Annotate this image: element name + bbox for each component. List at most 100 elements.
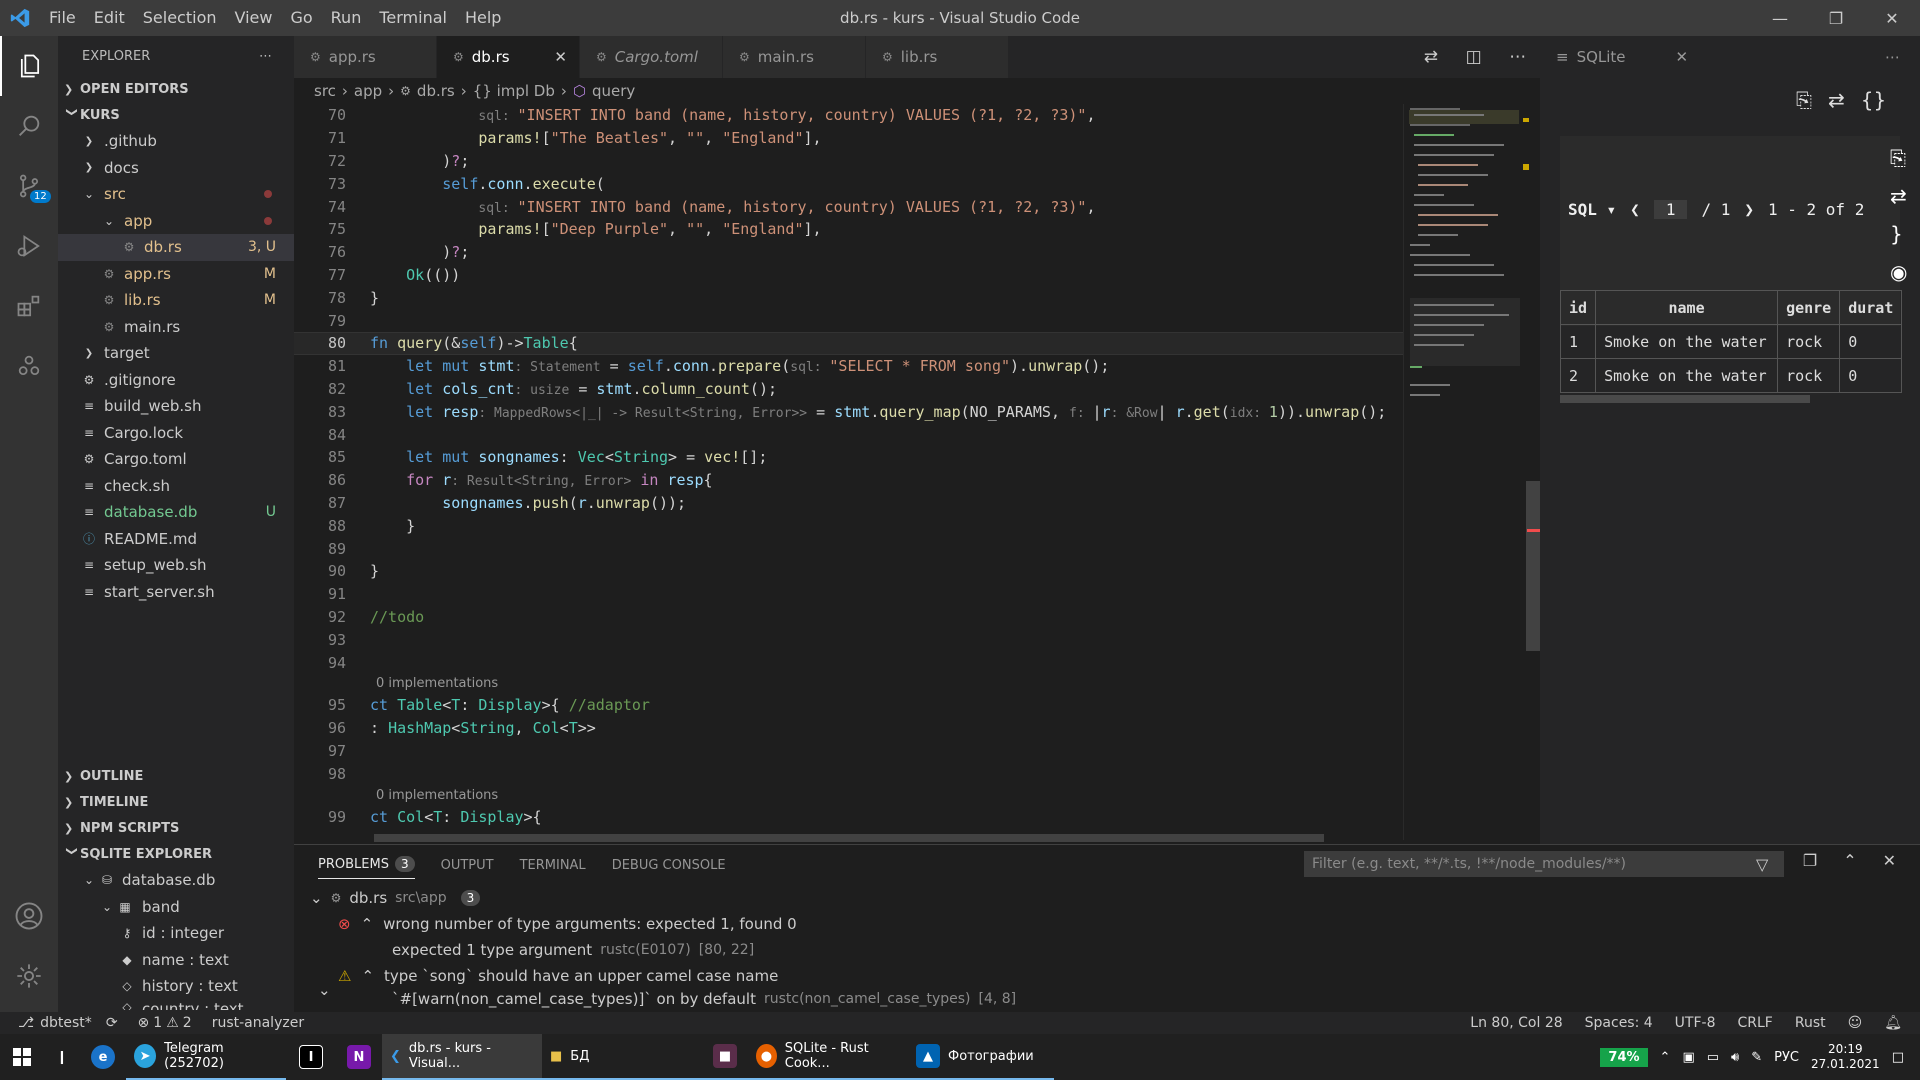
code-line[interactable]: 84: [294, 423, 1403, 446]
minimize-icon[interactable]: —: [1752, 0, 1808, 36]
taskbar-telegram[interactable]: ➤ Telegram (252702): [126, 1034, 286, 1080]
code-line[interactable]: 92 //todo: [294, 606, 1403, 629]
code-line[interactable]: 73 self.conn.execute(: [294, 172, 1403, 195]
tab-problems[interactable]: PROBLEMS 3: [318, 856, 415, 879]
code-line[interactable]: 74 sql: "INSERT INTO band (name, history…: [294, 195, 1403, 218]
sqlite-db-item[interactable]: ⌄ ⛁ database.db: [58, 867, 294, 894]
code-line[interactable]: 77 Ok(()): [294, 264, 1403, 287]
start-button-icon[interactable]: [0, 1034, 44, 1080]
input-language[interactable]: РУС: [1774, 1050, 1799, 1065]
code-line[interactable]: 93: [294, 628, 1403, 651]
edge-icon[interactable]: e: [80, 1034, 126, 1080]
tab-lib-rs[interactable]: ⚙ lib.rs: [866, 36, 1009, 78]
maximize-panel-icon[interactable]: ⌃: [1843, 851, 1856, 870]
file-tree-item[interactable]: ≡ start_server.sh: [58, 579, 294, 606]
file-tree-item[interactable]: ≡ build_web.sh: [58, 393, 294, 420]
table-cell[interactable]: Smoke on the water: [1595, 358, 1779, 393]
table-cell[interactable]: 0: [1839, 358, 1903, 393]
rust-analyzer-status[interactable]: rust-analyzer: [192, 1015, 304, 1031]
action-center-icon[interactable]: □: [1892, 1050, 1904, 1065]
cursor-position[interactable]: Ln 80, Col 28: [1470, 1015, 1562, 1031]
minimap[interactable]: [1403, 104, 1523, 840]
eye-icon[interactable]: ◉: [1890, 260, 1907, 284]
run-debug-icon[interactable]: [0, 216, 58, 276]
table-row[interactable]: 1 Smoke on the water rock 0: [1560, 324, 1903, 359]
code-line[interactable]: 89: [294, 537, 1403, 560]
breadcrumb-item[interactable]: src: [314, 82, 336, 100]
explorer-icon[interactable]: [0, 36, 58, 96]
column-item[interactable]: ◆ name : text: [58, 947, 294, 974]
menu-help[interactable]: Help: [456, 0, 510, 36]
close-window-icon[interactable]: ✕: [1864, 0, 1920, 36]
taskbar-vscode[interactable]: ❮ db.rs - kurs - Visual...: [382, 1034, 542, 1080]
code-line[interactable]: 82 let cols_cnt: usize = stmt.column_cou…: [294, 378, 1403, 401]
table-scroll-thumb[interactable]: [1560, 395, 1810, 403]
file-tree-item[interactable]: ❯ docs: [58, 155, 294, 182]
network-icon[interactable]: ▣: [1682, 1050, 1694, 1065]
taskbar-photos[interactable]: ▲ Фотографии: [908, 1034, 1054, 1080]
code-line[interactable]: 95 ct Table<T: Display>{ //adaptor: [294, 694, 1403, 717]
sqlite-table-item[interactable]: ⌄ ▦ band: [58, 894, 294, 921]
next-page-icon[interactable]: ❯: [1744, 200, 1754, 219]
column-header[interactable]: name: [1595, 290, 1779, 325]
line-ending[interactable]: CRLF: [1737, 1015, 1772, 1031]
code-line[interactable]: 86 for r: Result<String, Error> in resp{: [294, 469, 1403, 492]
file-tree-item[interactable]: ⚙ app.rs M: [58, 261, 294, 288]
column-header[interactable]: durat: [1839, 290, 1903, 325]
problems-filter-input[interactable]: Filter (e.g. text, **/*.ts, !**/node_mod…: [1304, 851, 1784, 877]
sync-icon[interactable]: ⟳: [92, 1015, 118, 1031]
more-actions-icon[interactable]: ⋯: [1509, 47, 1526, 67]
braces-icon[interactable]: }: [1890, 222, 1907, 246]
close-tab-icon[interactable]: ✕: [1676, 48, 1689, 66]
file-tree-item[interactable]: ⌄ app: [58, 208, 294, 235]
breadcrumb-item[interactable]: db.rs: [417, 82, 455, 100]
column-item[interactable]: ◇ history : text: [58, 973, 294, 1000]
file-tree-item[interactable]: ❯ .github: [58, 128, 294, 155]
codelens-implementations[interactable]: 0 implementations: [294, 674, 1403, 694]
tab-db-rs[interactable]: ⚙ db.rs ✕: [437, 36, 580, 78]
split-editor-icon[interactable]: ◫: [1466, 47, 1482, 67]
code-line[interactable]: 75 params!["Deep Purple", "", "England"]…: [294, 218, 1403, 241]
battery-meter[interactable]: 74%: [1600, 1047, 1648, 1067]
menu-run[interactable]: Run: [322, 0, 371, 36]
file-tree-item[interactable]: ⚙ .gitignore: [58, 367, 294, 394]
table-cell[interactable]: rock: [1777, 324, 1841, 359]
search-icon[interactable]: [0, 96, 58, 156]
column-item[interactable]: ⚷ id : integer: [58, 920, 294, 947]
open-editors-section[interactable]: ❯ OPEN EDITORS: [58, 76, 294, 102]
breadcrumb-item[interactable]: {} impl Db: [473, 82, 555, 100]
code-line[interactable]: 80 fn query(&self)->Table{: [294, 331, 1403, 355]
npm-scripts-section[interactable]: ❯ NPM SCRIPTS: [58, 815, 294, 841]
file-tree-item[interactable]: ❯ target: [58, 340, 294, 367]
code-line[interactable]: 71 params!["The Beatles", "", "England"]…: [294, 127, 1403, 150]
hscroll-thumb[interactable]: [374, 834, 1324, 842]
file-tree-item[interactable]: ⌄ src: [58, 181, 294, 208]
code-line[interactable]: 83 let resp: MappedRows<|_| -> Result<St…: [294, 400, 1403, 423]
file-tree-item[interactable]: ≡ setup_web.sh: [58, 552, 294, 579]
sqlite-tab[interactable]: ≡ SQLite ✕ ⋯: [1540, 36, 1920, 78]
table-cell[interactable]: 0: [1839, 324, 1903, 359]
problem-item[interactable]: ⊗ ⌃ wrong number of type arguments: expe…: [294, 911, 1920, 937]
swap-icon[interactable]: ⇄: [1828, 88, 1845, 112]
menu-edit[interactable]: Edit: [85, 0, 134, 36]
column-item[interactable]: ◇ country : text: [58, 1000, 294, 1010]
code-line[interactable]: 99 ct Col<T: Display>{: [294, 805, 1403, 828]
code-line[interactable]: 88 }: [294, 514, 1403, 537]
swap-icon[interactable]: ⇄: [1890, 184, 1907, 208]
code-line[interactable]: 76 )?;: [294, 241, 1403, 264]
menu-selection[interactable]: Selection: [134, 0, 226, 36]
tab-cargo-toml[interactable]: ⚙ Cargo.toml: [580, 36, 723, 78]
encoding[interactable]: UTF-8: [1675, 1015, 1716, 1031]
file-tree-item[interactable]: ≡ database.db U: [58, 499, 294, 526]
page-input[interactable]: 1: [1653, 200, 1688, 219]
taskbar-firefox[interactable]: ● SQLite - Rust Cook...: [748, 1034, 908, 1080]
menu-view[interactable]: View: [226, 0, 282, 36]
problems-indicator[interactable]: ⊗ 1 ⚠ 2: [118, 1015, 192, 1031]
table-cell[interactable]: Smoke on the water: [1595, 324, 1779, 359]
tab-output[interactable]: OUTPUT: [441, 858, 494, 873]
prev-page-icon[interactable]: ❮: [1630, 200, 1640, 219]
code-line[interactable]: 90}: [294, 560, 1403, 583]
code-line[interactable]: 87 songnames.push(r.unwrap());: [294, 492, 1403, 515]
menu-file[interactable]: File: [40, 0, 85, 36]
code-line[interactable]: 91: [294, 583, 1403, 606]
